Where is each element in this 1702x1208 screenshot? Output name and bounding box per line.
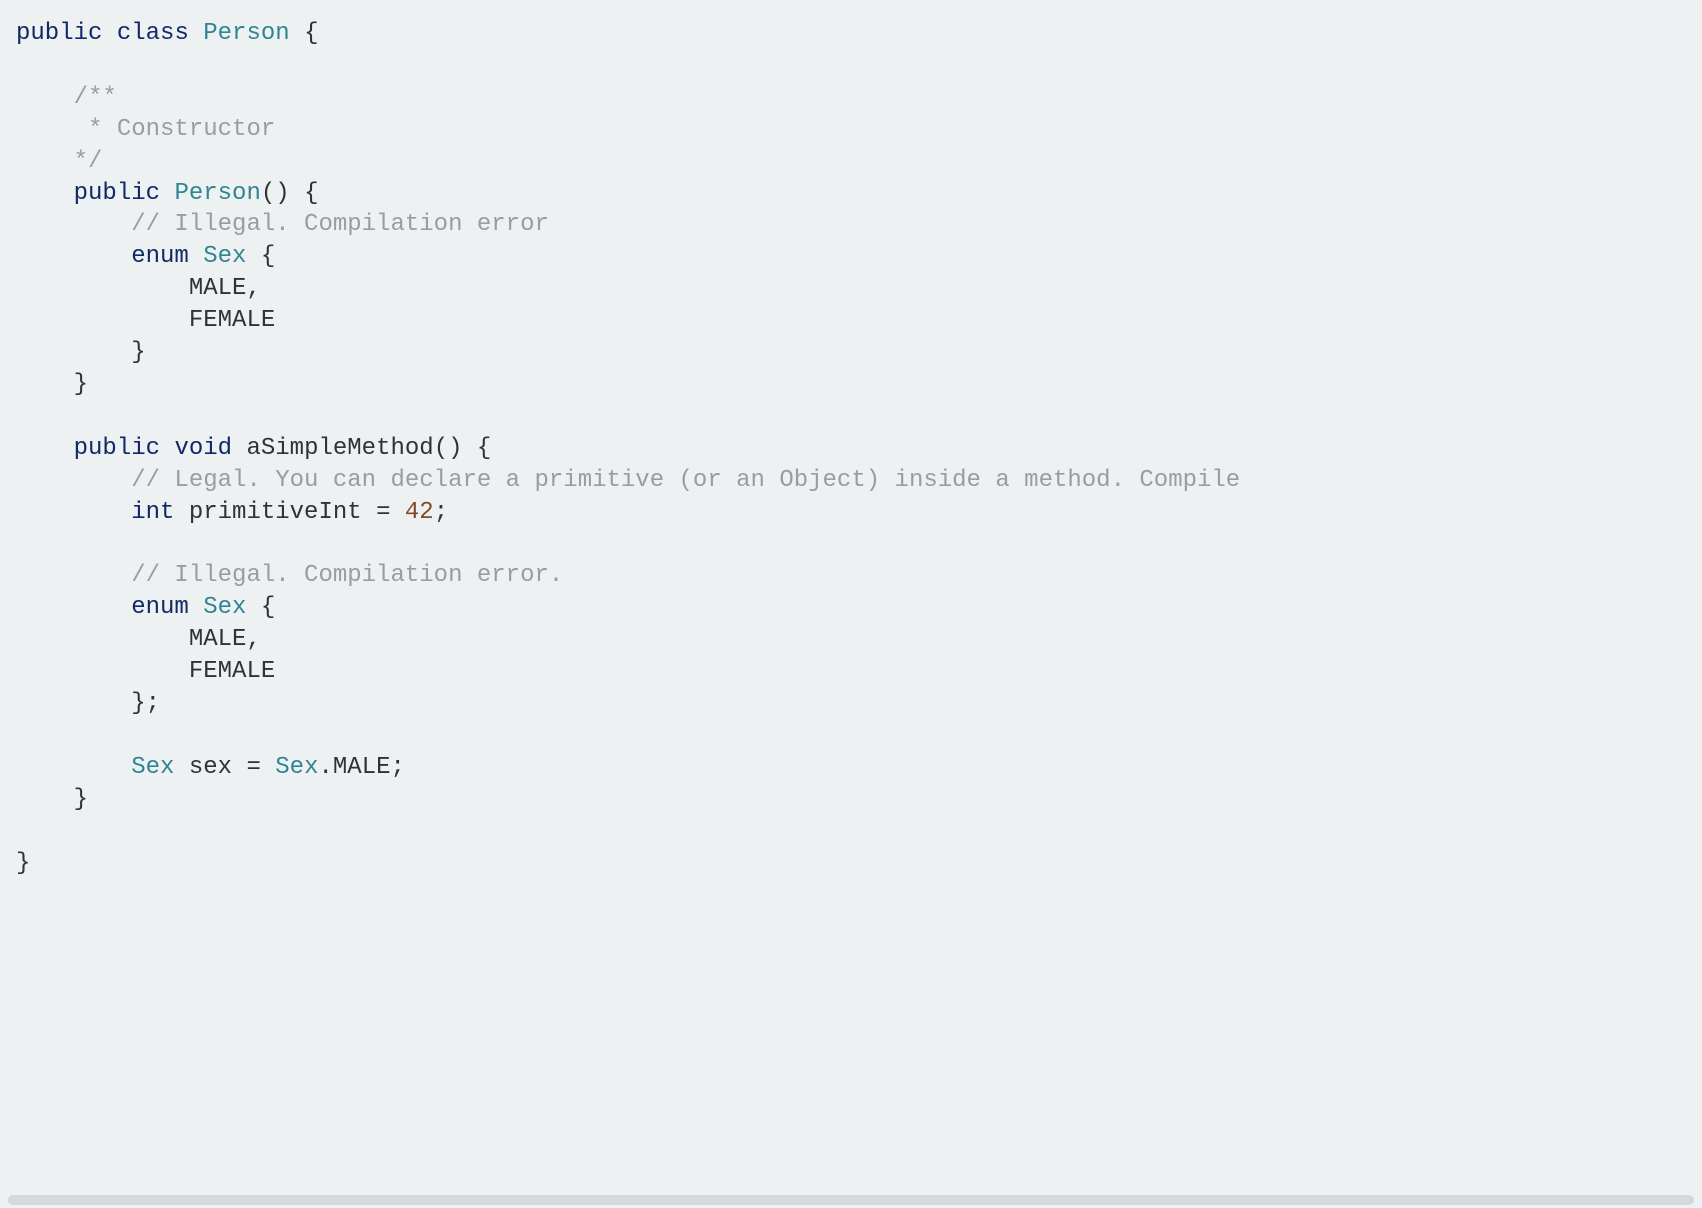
code-line: // Illegal. Compilation error: [16, 211, 549, 238]
code-line: // Legal. You can declare a primitive (o…: [16, 467, 1240, 494]
code-line: public Person() {: [16, 180, 318, 207]
code-block: public class Person { /** * Constructor …: [16, 18, 1686, 879]
code-line: };: [16, 690, 160, 717]
code-line: }: [16, 371, 88, 398]
code-line: MALE,: [16, 626, 261, 653]
code-line: }: [16, 339, 146, 366]
code-line: MALE,: [16, 275, 261, 302]
code-line: int primitiveInt = 42;: [16, 499, 448, 526]
code-line: * Constructor: [16, 116, 275, 143]
code-line: enum Sex {: [16, 594, 275, 621]
code-line: public class Person {: [16, 20, 318, 47]
code-line: /**: [16, 84, 117, 111]
code-line: Sex sex = Sex.MALE;: [16, 754, 405, 781]
code-line: FEMALE: [16, 307, 275, 334]
code-line: }: [16, 850, 30, 877]
horizontal-scrollbar[interactable]: [8, 1195, 1694, 1205]
code-line: FEMALE: [16, 658, 275, 685]
code-line: // Illegal. Compilation error.: [16, 562, 563, 589]
code-line: }: [16, 786, 88, 813]
code-line: */: [16, 148, 102, 175]
code-line: public void aSimpleMethod() {: [16, 435, 491, 462]
code-line: enum Sex {: [16, 243, 275, 270]
